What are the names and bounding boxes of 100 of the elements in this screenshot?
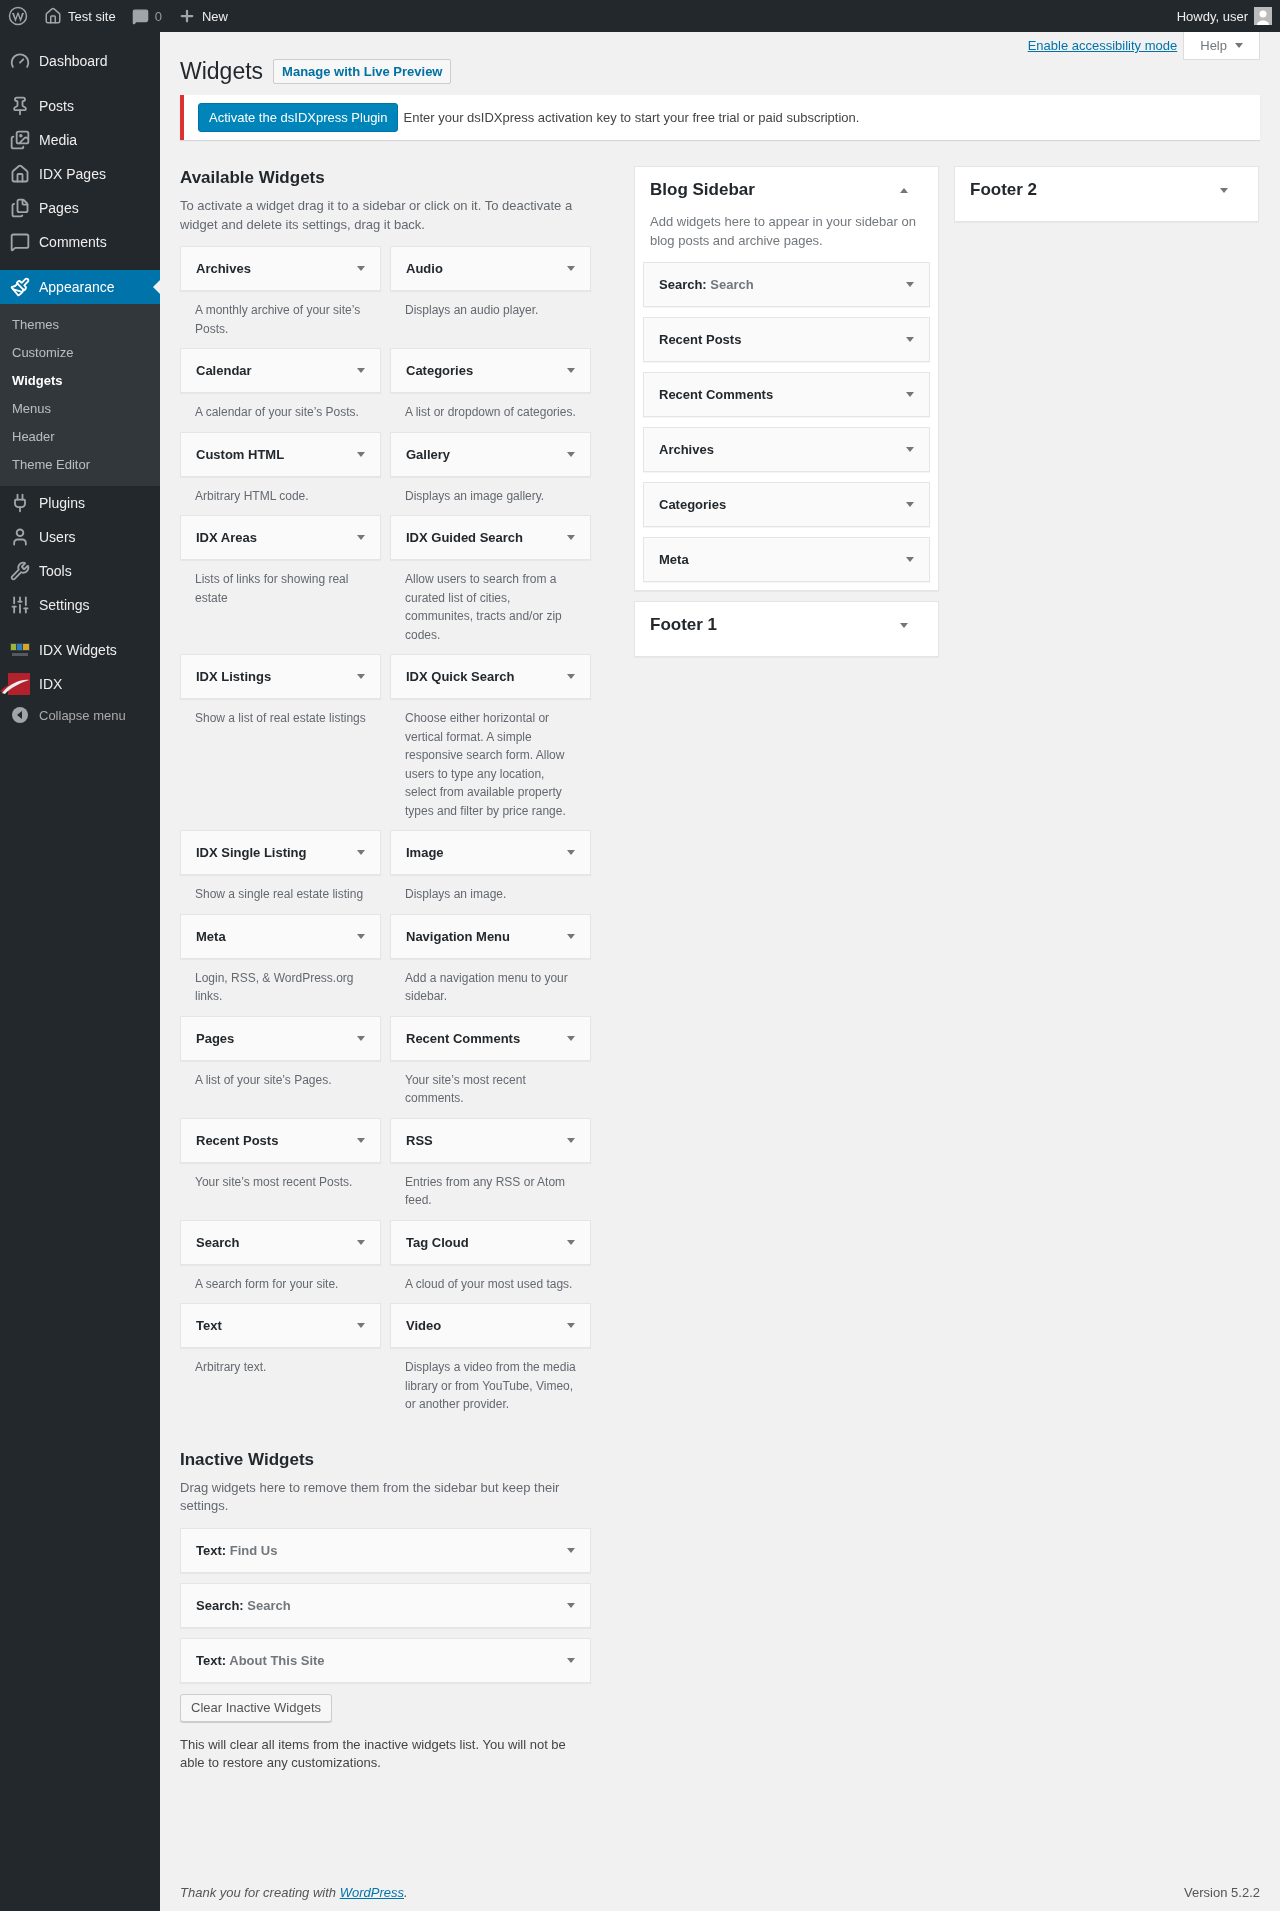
menu-item[interactable]: IDX Pages bbox=[0, 157, 160, 191]
widget-header[interactable]: Text bbox=[180, 1303, 381, 1348]
caret-icon bbox=[567, 1657, 575, 1663]
widget-header[interactable]: IDX Areas bbox=[180, 515, 381, 560]
menu-item[interactable]: Plugins bbox=[0, 486, 160, 520]
widget-header[interactable]: IDX Guided Search bbox=[390, 515, 591, 560]
widget-header[interactable]: IDX Quick Search bbox=[390, 654, 591, 699]
caret-icon bbox=[567, 451, 575, 457]
widget-description: Choose either horizontal or vertical format. A simple responsive search form. Allow users to type any location, select from available property types and filter by price range. bbox=[404, 710, 567, 820]
widget-description: Show a single real estate listing bbox=[194, 886, 365, 903]
wordpress-link[interactable]: WordPress bbox=[339, 1884, 404, 1900]
comments-link[interactable]: 0 bbox=[123, 0, 170, 32]
menu-item[interactable]: Appearance bbox=[0, 270, 160, 304]
widget-header[interactable]: Image bbox=[390, 830, 591, 875]
paintbrush-icon bbox=[10, 277, 30, 297]
widget-header[interactable]: Text: About This Site bbox=[180, 1637, 591, 1683]
submenu-item[interactable]: Customize bbox=[0, 339, 160, 367]
caret-icon bbox=[567, 850, 575, 855]
widget-header[interactable]: Calendar bbox=[180, 348, 381, 393]
widget-header[interactable]: Meta bbox=[180, 913, 381, 959]
menu-item[interactable]: Comments bbox=[0, 225, 160, 259]
widget-header[interactable]: Categories bbox=[643, 482, 930, 527]
widget-header[interactable]: Gallery bbox=[390, 431, 591, 477]
page-title: Widgets bbox=[180, 57, 264, 86]
caret-icon bbox=[1235, 42, 1243, 48]
widget-description: Lists of links for showing real estate bbox=[194, 571, 350, 607]
menu-item[interactable]: Media bbox=[0, 123, 160, 157]
account-menu[interactable]: Howdy, user bbox=[1168, 0, 1280, 32]
idx-logo-icon bbox=[10, 643, 30, 657]
widget-header[interactable]: Text: Find Us bbox=[180, 1527, 591, 1573]
menu-item[interactable]: Settings bbox=[0, 588, 160, 622]
live-preview-button[interactable]: Manage with Live Preview bbox=[273, 58, 452, 84]
caret-icon bbox=[567, 1239, 575, 1245]
caret-icon bbox=[357, 1239, 365, 1245]
widget-header[interactable]: Categories bbox=[390, 348, 591, 393]
widget-header[interactable]: Audio bbox=[390, 246, 591, 291]
widget-description: Displays an image. bbox=[404, 886, 508, 903]
widget-description: Displays an image gallery. bbox=[404, 487, 546, 505]
caret-icon bbox=[357, 933, 365, 939]
widget-description: Your site’s most recent comments. bbox=[404, 1071, 527, 1107]
menu-item[interactable]: Pages bbox=[0, 191, 160, 225]
logo-icon bbox=[8, 6, 28, 26]
widget-header[interactable]: Custom HTML bbox=[180, 431, 381, 477]
widget-header[interactable]: Video bbox=[390, 1303, 591, 1348]
caret-icon bbox=[567, 1602, 575, 1608]
collapse-menu-button[interactable]: Collapse menu bbox=[0, 700, 160, 730]
widget-header[interactable]: IDX Listings bbox=[180, 654, 381, 699]
caret-icon bbox=[567, 1137, 575, 1143]
images-icon bbox=[10, 130, 30, 150]
caret-icon bbox=[357, 368, 365, 373]
widget-header[interactable]: Meta bbox=[643, 537, 930, 582]
new-link[interactable]: New bbox=[169, 0, 236, 32]
sidebar-header[interactable]: Footer 2 bbox=[963, 167, 1250, 213]
caret-icon bbox=[906, 502, 914, 507]
widget-description: Entries from any RSS or Atom feed. bbox=[404, 1173, 567, 1209]
caret-icon bbox=[567, 1323, 575, 1328]
widget-description: Arbitrary text. bbox=[194, 1359, 268, 1376]
caret-icon bbox=[906, 282, 914, 287]
sidebar-header[interactable]: Footer 1 bbox=[643, 602, 930, 648]
widget-description: Displays a video from the media library or from YouTube, Vimeo, or another provider. bbox=[404, 1359, 577, 1413]
submenu-item[interactable]: Theme Editor bbox=[0, 451, 160, 479]
idx-plugin-icon bbox=[0, 671, 30, 697]
widget-header[interactable]: RSS bbox=[390, 1117, 591, 1163]
widget-header[interactable]: Recent Posts bbox=[643, 317, 930, 362]
widget-header[interactable]: Search: Search bbox=[643, 262, 930, 307]
caret-icon bbox=[357, 535, 365, 540]
widget-header[interactable]: Search: Search bbox=[180, 1582, 591, 1628]
notice-text: Enter your dsIDXpress activation key to start your free trial or paid subscription. bbox=[403, 110, 860, 125]
widget-header[interactable]: IDX Single Listing bbox=[180, 830, 381, 875]
widget-header[interactable]: Navigation Menu bbox=[390, 913, 591, 959]
section-heading: Available Widgets bbox=[180, 168, 326, 188]
help-button[interactable]: Help bbox=[1183, 32, 1260, 60]
accessibility-link[interactable]: Enable accessibility mode bbox=[1027, 38, 1178, 53]
menu-item[interactable]: Dashboard bbox=[0, 44, 160, 78]
caret-icon bbox=[357, 1323, 365, 1328]
menu-item[interactable]: IDX Widgets bbox=[0, 633, 160, 667]
user-icon bbox=[10, 527, 30, 547]
sidebar-header[interactable]: Blog Sidebar bbox=[643, 167, 930, 213]
widget-header[interactable]: Archives bbox=[643, 427, 930, 472]
submenu-item[interactable]: Themes bbox=[0, 311, 160, 339]
menu-item[interactable]: Users bbox=[0, 520, 160, 554]
widget-header[interactable]: Archives bbox=[180, 246, 381, 291]
widget-header[interactable]: Recent Posts bbox=[180, 1117, 381, 1163]
site-link[interactable]: Test site bbox=[36, 0, 124, 32]
widget-header[interactable]: Search bbox=[180, 1219, 381, 1265]
menu-item[interactable]: Tools bbox=[0, 554, 160, 588]
activate-button[interactable]: Activate the dsIDXpress Plugin bbox=[198, 103, 399, 132]
sliders-icon bbox=[10, 595, 30, 615]
submenu-item[interactable]: Widgets bbox=[0, 367, 160, 395]
menu-item[interactable]: Posts bbox=[0, 89, 160, 123]
widget-header[interactable]: Recent Comments bbox=[643, 372, 930, 417]
menu-item[interactable]: IDX bbox=[0, 667, 160, 701]
widget-description: Your site’s most recent Posts. bbox=[194, 1173, 354, 1191]
widget-header[interactable]: Pages bbox=[180, 1015, 381, 1061]
submenu-item[interactable]: Menus bbox=[0, 395, 160, 423]
submenu-item[interactable]: Header bbox=[0, 423, 160, 451]
widget-description: A monthly archive of your site’s Posts. bbox=[194, 302, 362, 338]
wrench-icon bbox=[10, 561, 30, 581]
widget-header[interactable]: Recent Comments bbox=[390, 1015, 591, 1061]
widget-header[interactable]: Tag Cloud bbox=[390, 1219, 591, 1265]
